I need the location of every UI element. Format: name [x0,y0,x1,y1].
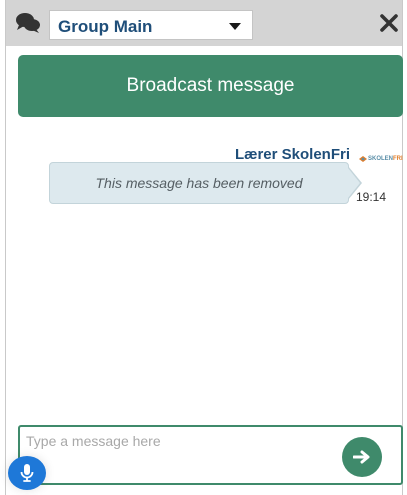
group-select[interactable]: Group Main [49,10,253,40]
message-bubble: This message has been removed [49,162,349,204]
arrow-right-icon [353,450,370,464]
message-composer [18,425,403,485]
logo-mark-icon [359,156,367,162]
skolenfri-logo: SKOLEN FRI [359,152,403,166]
message-input[interactable] [26,433,326,457]
message-text: This message has been removed [95,175,303,191]
close-icon[interactable] [378,12,400,34]
logo-text-part2: FRI [393,156,403,162]
chevron-down-icon [229,23,241,30]
chat-window: Group Main Broadcast message Lærer Skole… [5,0,403,495]
broadcast-message-button[interactable]: Broadcast message [18,55,403,117]
microphone-button[interactable] [8,456,46,490]
chat-bubbles-icon [16,13,40,33]
chat-header: Group Main [6,0,402,46]
group-select-value: Group Main [58,17,153,36]
send-button[interactable] [342,437,382,477]
message-sender: Lærer SkolenFri [234,146,350,163]
logo-text-part1: SKOLEN [368,156,394,162]
message-time: 19:14 [355,190,386,204]
microphone-icon [20,464,34,482]
